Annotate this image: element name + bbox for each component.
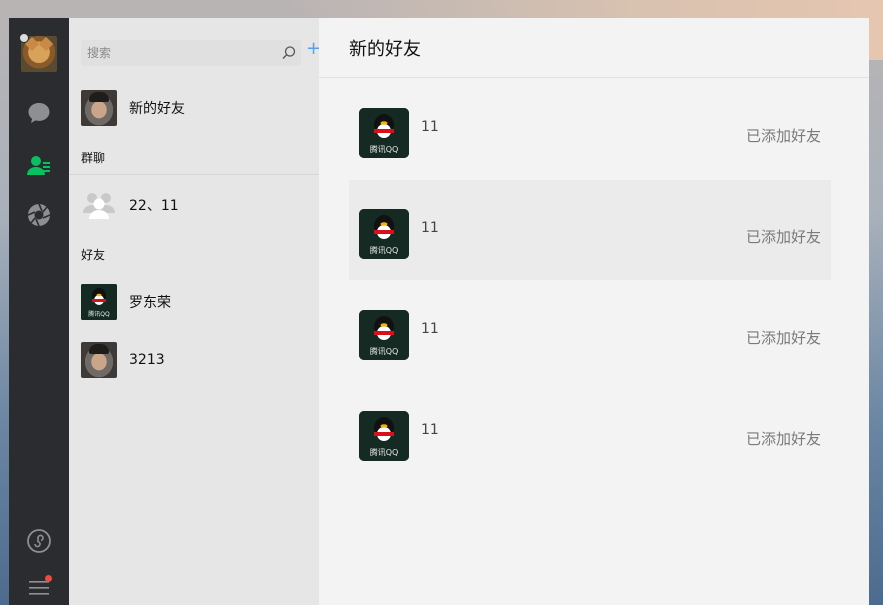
chat-icon[interactable]	[26, 100, 52, 126]
svg-text:腾讯QQ: 腾讯QQ	[88, 310, 110, 318]
contact-list-panel: + 新的好友 群聊 22、11 好友	[69, 18, 321, 605]
qq-penguin-avatar: 腾讯QQ	[359, 310, 409, 360]
friend-request-row[interactable]: 腾讯QQ 11 已添加好友	[349, 382, 831, 482]
main-header: 新的好友	[319, 18, 869, 78]
request-status: 已添加好友	[745, 228, 821, 246]
group-section-label: 群聊	[81, 151, 106, 165]
search-input[interactable]	[87, 46, 277, 60]
app-window: + 新的好友 群聊 22、11 好友	[9, 18, 869, 605]
friend-item[interactable]: 3213	[81, 340, 319, 380]
group-avatar-icon	[81, 187, 117, 223]
friend-request-row[interactable]: 腾讯QQ 11 已添加好友	[349, 281, 831, 381]
mini-program-icon[interactable]	[26, 528, 52, 554]
new-friends-item[interactable]: 新的好友	[81, 88, 319, 128]
qq-penguin-avatar: 腾讯QQ	[81, 284, 117, 320]
request-status: 已添加好友	[745, 430, 821, 448]
qq-penguin-avatar: 腾讯QQ	[359, 209, 409, 259]
notification-dot	[45, 575, 52, 582]
section-divider	[69, 174, 319, 175]
main-panel: 新的好友 腾讯QQ 11 已添加好友 腾讯QQ 11 已添加好友 腾讯QQ 11…	[319, 18, 869, 605]
new-friends-avatar	[81, 90, 117, 126]
request-name: 11	[421, 321, 439, 337]
search-box[interactable]	[81, 40, 301, 66]
request-status: 已添加好友	[745, 127, 821, 145]
request-name: 11	[421, 220, 439, 236]
svg-text:腾讯QQ: 腾讯QQ	[370, 346, 399, 356]
request-status: 已添加好友	[745, 329, 821, 347]
svg-text:腾讯QQ: 腾讯QQ	[370, 144, 399, 154]
online-status-dot	[19, 33, 29, 43]
moments-icon[interactable]	[26, 202, 52, 228]
friend-request-row[interactable]: 腾讯QQ 11 已添加好友	[349, 79, 831, 179]
svg-text:腾讯QQ: 腾讯QQ	[370, 447, 399, 457]
friend-section-label: 好友	[81, 248, 106, 262]
page-title: 新的好友	[349, 38, 421, 60]
friend-request-row[interactable]: 腾讯QQ 11 已添加好友	[349, 180, 831, 280]
svg-text:腾讯QQ: 腾讯QQ	[370, 245, 399, 255]
friend-name: 3213	[129, 352, 165, 368]
nav-rail	[9, 18, 69, 605]
contacts-icon[interactable]	[26, 153, 52, 179]
qq-penguin-avatar: 腾讯QQ	[359, 411, 409, 461]
friend-item[interactable]: 腾讯QQ 罗东荣	[81, 282, 319, 322]
request-name: 11	[421, 119, 439, 135]
group-name: 22、11	[129, 198, 179, 214]
new-friends-label: 新的好友	[129, 101, 185, 117]
qq-penguin-avatar: 腾讯QQ	[359, 108, 409, 158]
friend-name: 罗东荣	[129, 295, 171, 311]
request-name: 11	[421, 422, 439, 438]
friend-avatar	[81, 342, 117, 378]
search-icon[interactable]	[281, 45, 297, 61]
group-item[interactable]: 22、11	[81, 185, 319, 225]
